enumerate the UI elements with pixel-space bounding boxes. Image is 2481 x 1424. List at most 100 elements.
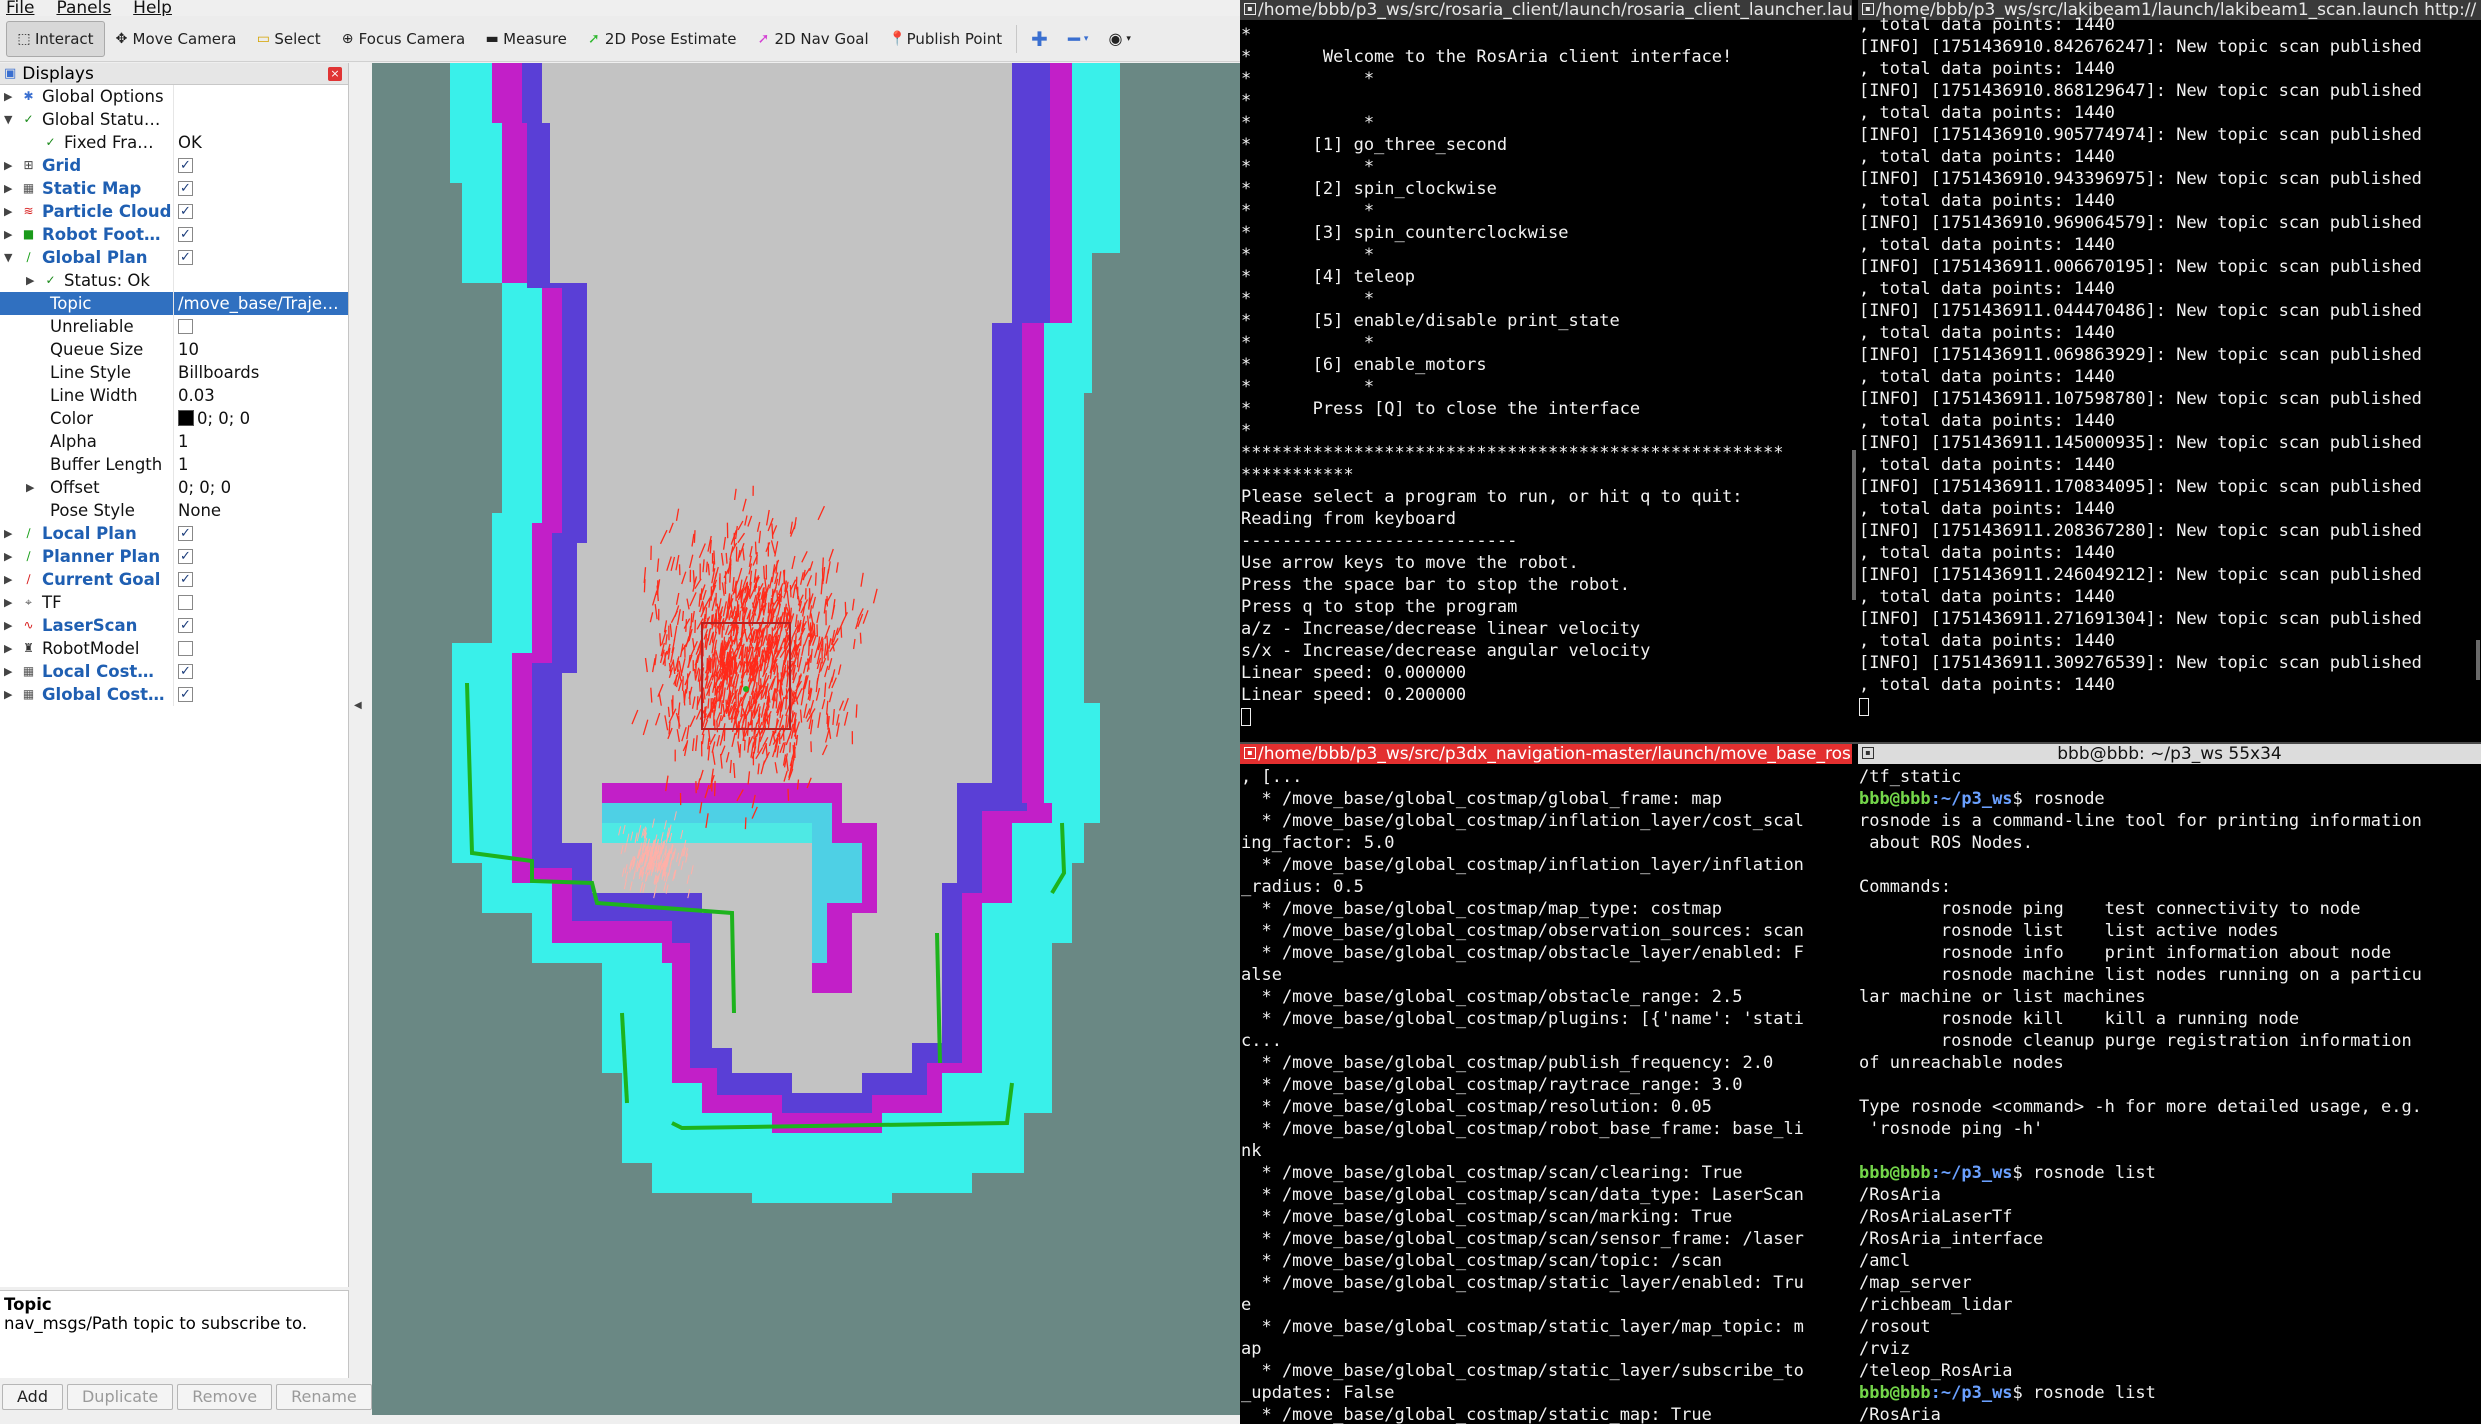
display-row-value[interactable]: 1: [173, 453, 349, 476]
checkbox-checked[interactable]: ✓: [178, 180, 193, 196]
add-button[interactable]: Add: [2, 1384, 63, 1410]
display-row[interactable]: ▶ ■ Robot Foot… ✓: [0, 223, 348, 246]
expand-right-icon[interactable]: ▶: [4, 154, 12, 177]
terminal-lakibeam-scan[interactable]: ▪/home/bbb/p3_ws/src/lakibeam1/launch/la…: [1858, 0, 2481, 742]
display-row[interactable]: Buffer Length 1: [0, 453, 348, 476]
display-row[interactable]: ▶ ▦ Global Cost… ✓: [0, 683, 348, 706]
display-row-value[interactable]: [173, 637, 349, 660]
expand-down-icon[interactable]: ▼: [4, 246, 12, 269]
display-row-value[interactable]: 0.03: [173, 384, 349, 407]
display-row-value[interactable]: ✓: [173, 246, 349, 269]
nav-goal-tool-button[interactable]: ➚ 2D Nav Goal: [747, 21, 879, 57]
display-row-value[interactable]: ✓: [173, 200, 349, 223]
expand-right-icon[interactable]: ▶: [4, 177, 12, 200]
3d-viewport[interactable]: [372, 63, 1240, 1415]
display-row[interactable]: ▶ ⌖ TF: [0, 591, 348, 614]
tool-options-button[interactable]: ◉ ▾: [1098, 21, 1141, 57]
display-row-value[interactable]: [173, 315, 349, 338]
expand-right-icon[interactable]: ▶: [4, 223, 12, 246]
display-row[interactable]: ▶ ∕ Planner Plan ✓: [0, 545, 348, 568]
display-row-value[interactable]: ✓: [173, 522, 349, 545]
display-row[interactable]: Color 0; 0; 0: [0, 407, 348, 430]
display-row[interactable]: Line Style Billboards: [0, 361, 348, 384]
display-row-value[interactable]: [173, 591, 349, 614]
checkbox-checked[interactable]: ✓: [178, 226, 193, 242]
display-row-value[interactable]: ✓: [173, 568, 349, 591]
display-row[interactable]: Alpha 1: [0, 430, 348, 453]
display-row[interactable]: ▼ ✓ Global Statu…: [0, 108, 348, 131]
expand-right-icon[interactable]: ▶: [4, 591, 12, 614]
display-row-value[interactable]: ✓: [173, 614, 349, 637]
display-row-value[interactable]: ✓: [173, 177, 349, 200]
checkbox-checked[interactable]: ✓: [178, 525, 193, 541]
pose-estimate-tool-button[interactable]: ➚ 2D Pose Estimate: [577, 21, 747, 57]
terminal-rosaria-client[interactable]: ▪/home/bbb/p3_ws/src/rosaria_client/laun…: [1240, 0, 1852, 742]
display-row[interactable]: Unreliable: [0, 315, 348, 338]
display-row-value[interactable]: 10: [173, 338, 349, 361]
display-row-value[interactable]: 0; 0; 0: [173, 476, 349, 499]
checkbox-unchecked[interactable]: [178, 640, 193, 656]
display-row[interactable]: ▶ ♜ RobotModel: [0, 637, 348, 660]
select-tool-button[interactable]: ▭ Select: [246, 21, 330, 57]
display-row[interactable]: ▶ ≋ Particle Cloud ✓: [0, 200, 348, 223]
close-icon[interactable]: ×: [328, 67, 342, 81]
display-row[interactable]: Line Width 0.03: [0, 384, 348, 407]
checkbox-unchecked[interactable]: [178, 594, 193, 610]
checkbox-checked[interactable]: ✓: [178, 617, 193, 633]
terminal-scrollbar[interactable]: [2476, 640, 2480, 680]
menu-help[interactable]: Help: [133, 0, 172, 17]
display-row[interactable]: ▶ ▦ Static Map ✓: [0, 177, 348, 200]
expand-down-icon[interactable]: ▼: [4, 108, 12, 131]
display-row-value[interactable]: ✓: [173, 154, 349, 177]
display-row-value[interactable]: Billboards: [173, 361, 349, 384]
display-row[interactable]: Queue Size 10: [0, 338, 348, 361]
checkbox-unchecked[interactable]: [178, 318, 193, 334]
display-row-value[interactable]: ✓: [173, 660, 349, 683]
expand-right-icon[interactable]: ▶: [4, 637, 12, 660]
expand-right-icon[interactable]: ▶: [4, 85, 12, 108]
display-row[interactable]: Topic/move_base/Traje…: [0, 292, 348, 315]
menu-file[interactable]: File: [6, 0, 34, 17]
display-row[interactable]: ▶ ∕ Local Plan ✓: [0, 522, 348, 545]
interact-tool-button[interactable]: ⬚ Interact: [6, 20, 105, 57]
expand-right-icon[interactable]: ▶: [4, 545, 12, 568]
expand-right-icon[interactable]: ▶: [4, 660, 12, 683]
expand-right-icon[interactable]: ▶: [26, 269, 34, 292]
display-row[interactable]: ▶ ⊞ Grid ✓: [0, 154, 348, 177]
panel-collapse-icon[interactable]: ◀: [354, 700, 362, 711]
display-row-value[interactable]: OK: [173, 131, 349, 154]
display-row-value[interactable]: ✓: [173, 223, 349, 246]
terminal-scrollbar[interactable]: [1852, 450, 1856, 600]
color-swatch[interactable]: [178, 410, 194, 426]
display-row[interactable]: ▶ ✓ Status: Ok: [0, 269, 348, 292]
checkbox-checked[interactable]: ✓: [178, 203, 193, 219]
display-row[interactable]: ▶ ∿ LaserScan ✓: [0, 614, 348, 637]
expand-right-icon[interactable]: ▶: [4, 200, 12, 223]
menu-panels[interactable]: Panels: [56, 0, 111, 17]
display-row[interactable]: ▶ ✱ Global Options: [0, 85, 348, 108]
display-row[interactable]: ▶ ▦ Local Cost… ✓: [0, 660, 348, 683]
expand-right-icon[interactable]: ▶: [4, 614, 12, 637]
display-row[interactable]: ▶ Offset 0; 0; 0: [0, 476, 348, 499]
display-row-value[interactable]: 1: [173, 430, 349, 453]
display-row[interactable]: ✓ Fixed Fra… OK: [0, 131, 348, 154]
display-row-value[interactable]: 0; 0; 0: [173, 407, 349, 430]
display-row-value[interactable]: None: [173, 499, 349, 522]
expand-right-icon[interactable]: ▶: [4, 568, 12, 591]
expand-right-icon[interactable]: ▶: [26, 476, 34, 499]
expand-right-icon[interactable]: ▶: [4, 683, 12, 706]
display-row-value[interactable]: ✓: [173, 683, 349, 706]
remove-tool-button[interactable]: ━ ▾: [1058, 21, 1099, 57]
checkbox-checked[interactable]: ✓: [178, 548, 193, 564]
terminal-rosnode[interactable]: ▪ bbb@bbb: ~/p3_ws 55x34 /tf_static bbb@bb…: [1858, 744, 2481, 1424]
checkbox-checked[interactable]: ✓: [178, 249, 193, 265]
display-row[interactable]: ▼ ∕ Global Plan ✓: [0, 246, 348, 269]
measure-tool-button[interactable]: ▬ Measure: [475, 21, 577, 57]
display-row[interactable]: ▶ ∕ Current Goal ✓: [0, 568, 348, 591]
add-tool-button[interactable]: ✚: [1021, 21, 1058, 57]
focus-camera-tool-button[interactable]: ⊕ Focus Camera: [331, 21, 475, 57]
checkbox-checked[interactable]: ✓: [178, 571, 193, 587]
display-row[interactable]: Pose Style None: [0, 499, 348, 522]
publish-point-tool-button[interactable]: 📍 Publish Point: [879, 21, 1012, 57]
display-row-value[interactable]: /move_base/Traje…: [173, 292, 349, 315]
